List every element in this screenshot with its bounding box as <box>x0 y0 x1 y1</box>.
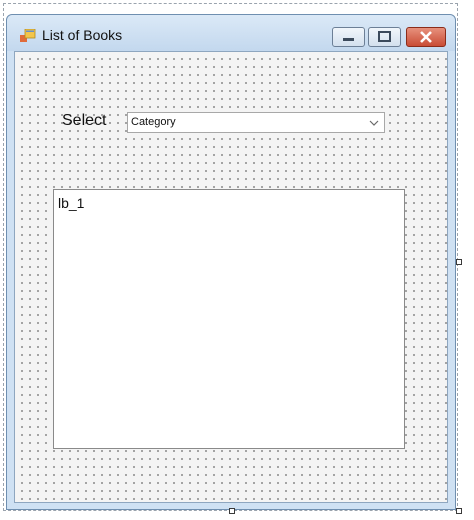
minimize-button[interactable] <box>332 27 365 47</box>
window-title: List of Books <box>42 27 123 43</box>
designer-surface: List of Books Select Category lb_1 <box>0 0 474 520</box>
form-app-icon <box>20 29 36 42</box>
category-combobox[interactable]: Category <box>127 112 385 133</box>
close-button[interactable] <box>406 27 446 47</box>
select-label: Select <box>62 112 107 129</box>
combobox-value: Category <box>131 116 176 128</box>
resize-handle-right[interactable] <box>456 259 462 265</box>
resize-handle-bottom[interactable] <box>229 508 235 514</box>
books-listbox[interactable]: lb_1 <box>53 189 405 449</box>
chevron-down-icon[interactable] <box>364 113 384 132</box>
listbox-name-text: lb_1 <box>58 195 85 211</box>
close-icon <box>420 31 432 43</box>
title-bar[interactable]: List of Books <box>7 15 455 51</box>
maximize-button[interactable] <box>368 27 401 47</box>
maximize-icon <box>378 31 391 42</box>
resize-handle-corner[interactable] <box>456 508 462 514</box>
minimize-icon <box>343 38 354 41</box>
